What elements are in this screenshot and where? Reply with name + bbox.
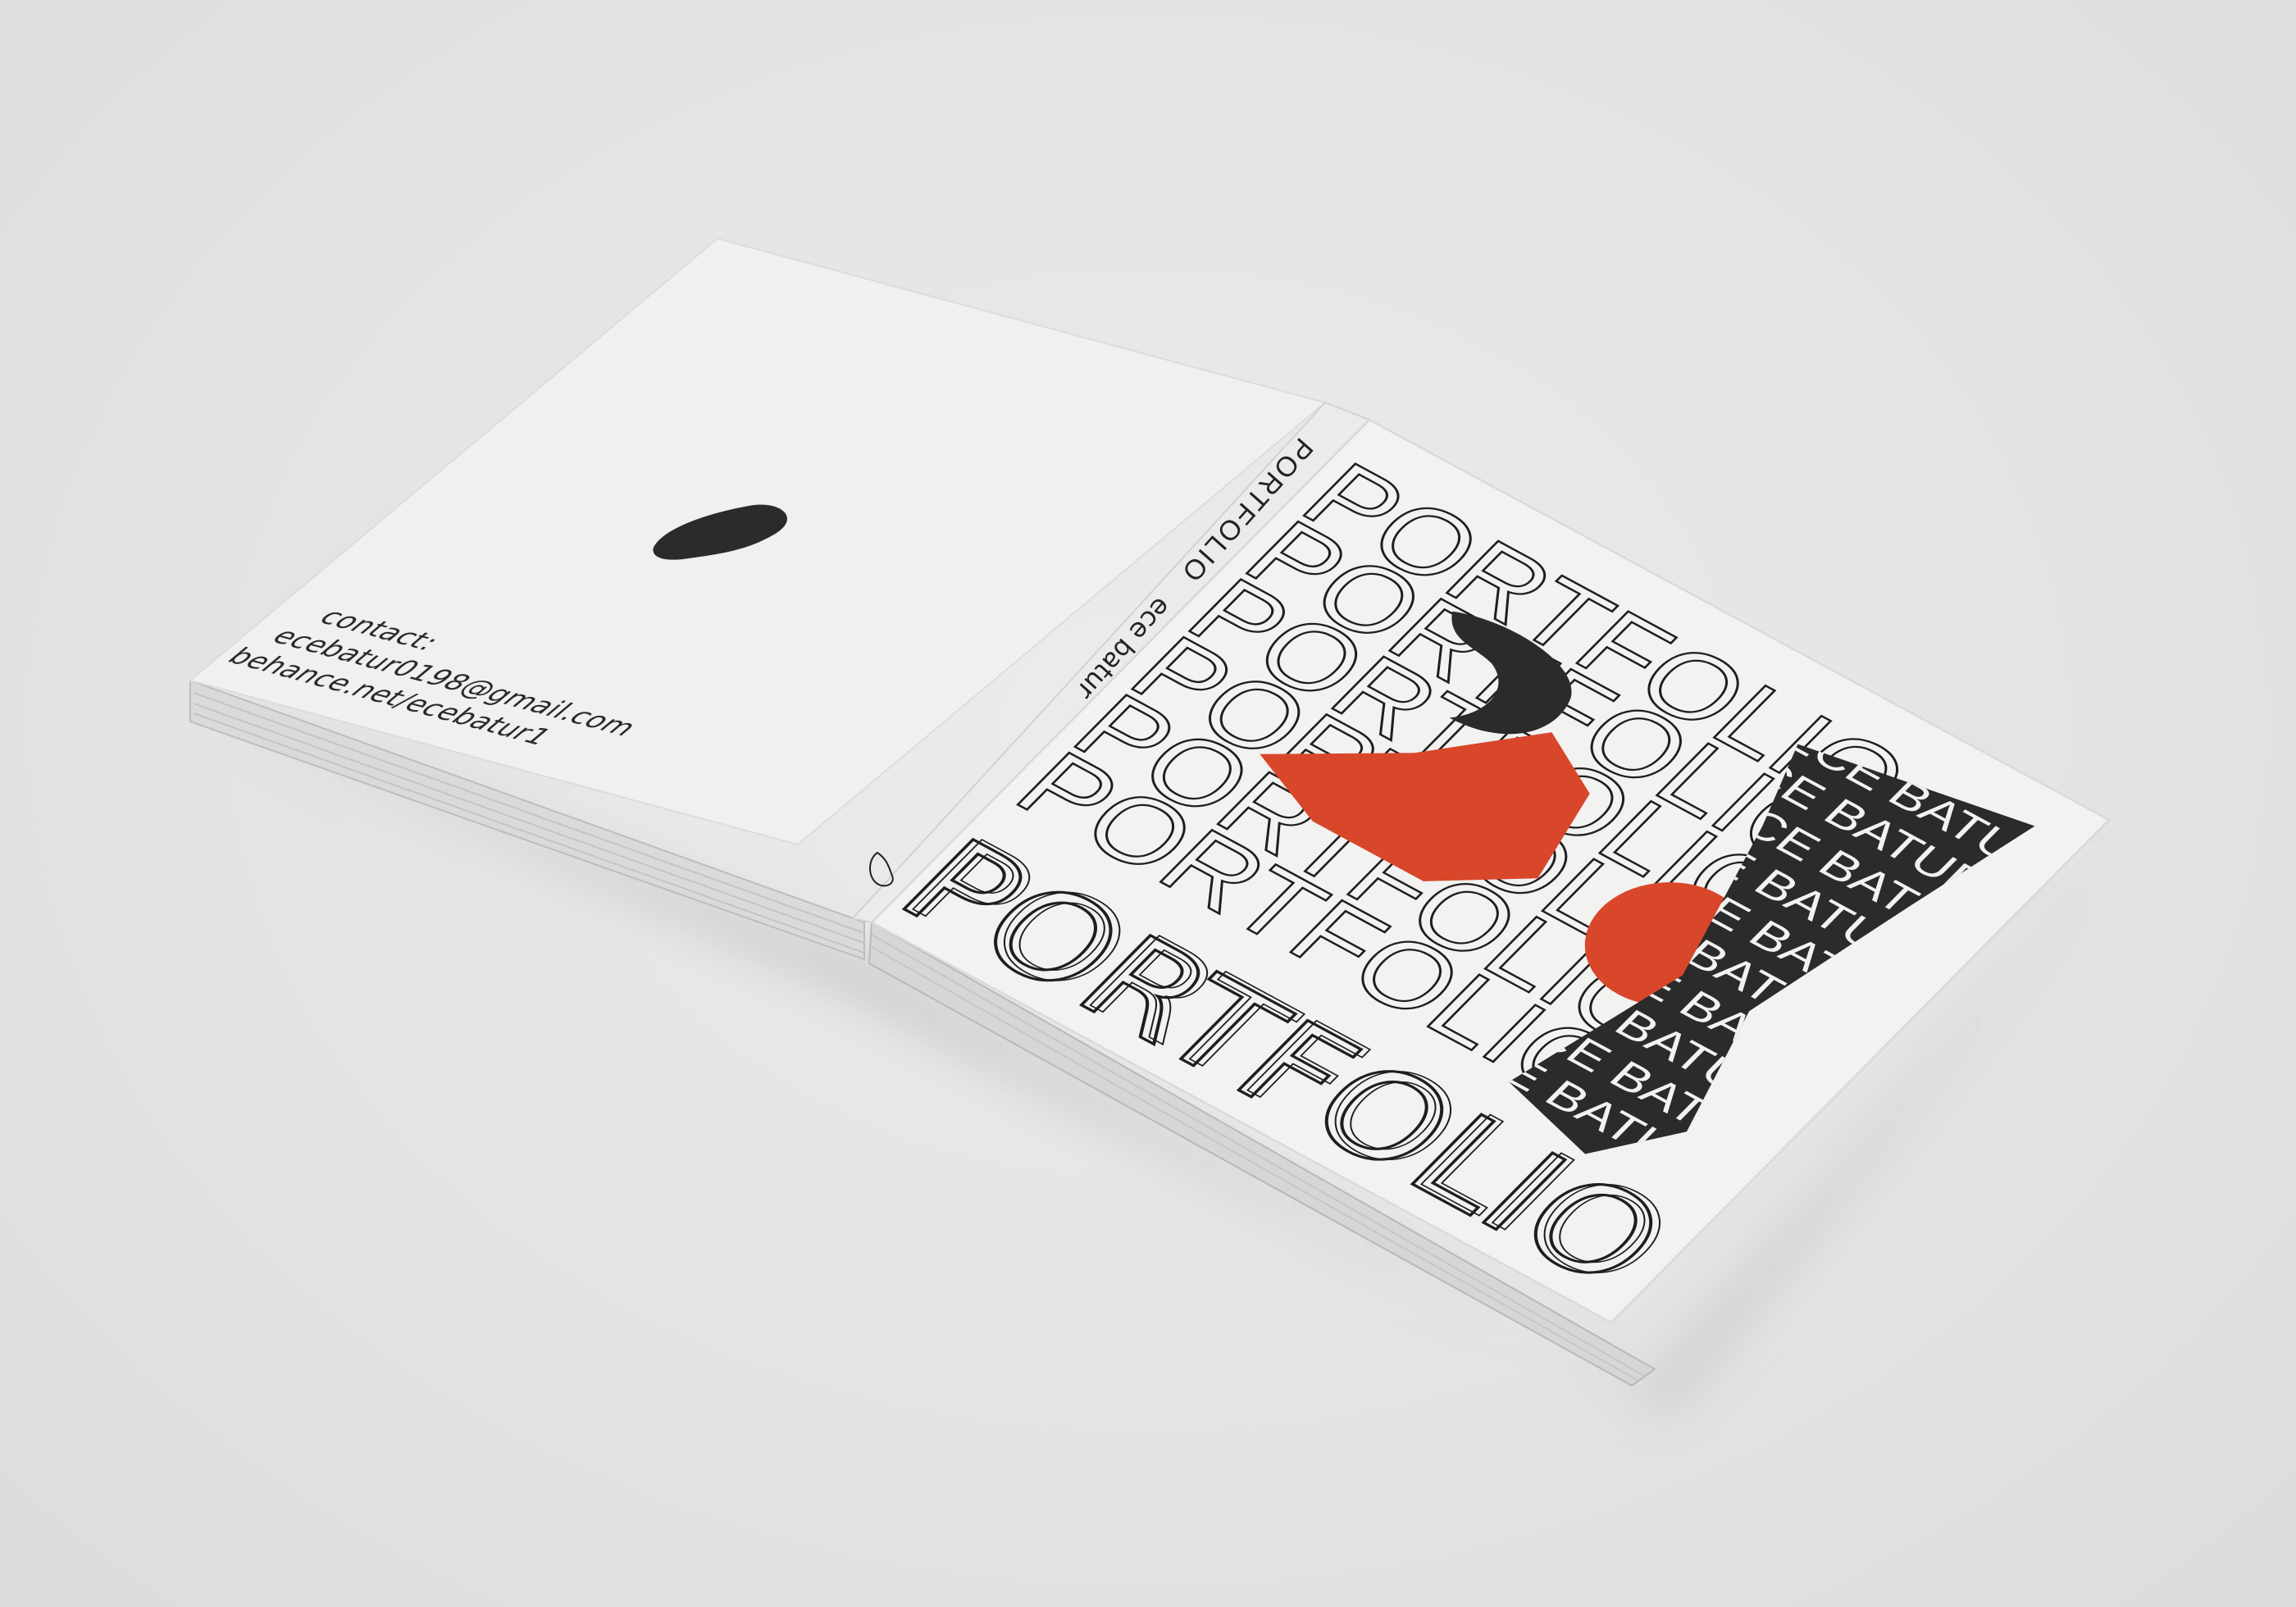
book-mockup: contact: ecebatur0198@gmail.com behance.… bbox=[188, 237, 2132, 1410]
mockup-stage: contact: ecebatur0198@gmail.com behance.… bbox=[0, 0, 2296, 1607]
